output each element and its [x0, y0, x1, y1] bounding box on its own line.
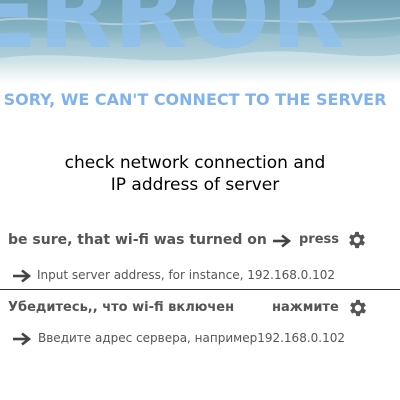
gear-icon[interactable]: [346, 229, 368, 251]
gear-icon[interactable]: [347, 297, 369, 319]
press-label-en: press: [299, 232, 340, 247]
error-message: SORY, WE CAN'T CONNECT TO THE SERVER: [3, 90, 387, 109]
wifi-instruction-ru: Убедитесь,, что wi-fi включен: [8, 300, 235, 315]
arrow-right-icon: [273, 234, 292, 248]
hint-line-2: IP address of server: [110, 175, 280, 195]
server-hint-en: Input server address, for instance, 192.…: [37, 268, 336, 282]
error-hero-banner: ERROR: [0, 0, 400, 84]
hint-line-1: check network connection and: [64, 153, 326, 173]
press-label-ru: нажмите: [272, 300, 339, 315]
wifi-row-ru: Убедитесь,, что wi-fi включен нажмите: [0, 296, 400, 320]
error-title: ERROR: [0, 0, 346, 70]
wifi-instruction-en: be sure, that wi-fi was turned on: [8, 232, 267, 248]
wifi-row-en: be sure, that wi-fi was turned on press: [0, 228, 400, 252]
server-hint-ru: Введите адрес сервера, например192.168.0…: [38, 331, 345, 345]
arrow-right-icon: [13, 332, 32, 346]
hint-message: check network connection and IP address …: [0, 152, 390, 196]
hero-fade: [0, 60, 400, 84]
server-hint-row-en: Input server address, for instance, 192.…: [0, 264, 400, 288]
arrow-right-icon: [13, 269, 32, 283]
server-hint-row-ru: Введите адрес сервера, например192.168.0…: [0, 327, 400, 351]
language-divider: [0, 289, 400, 290]
